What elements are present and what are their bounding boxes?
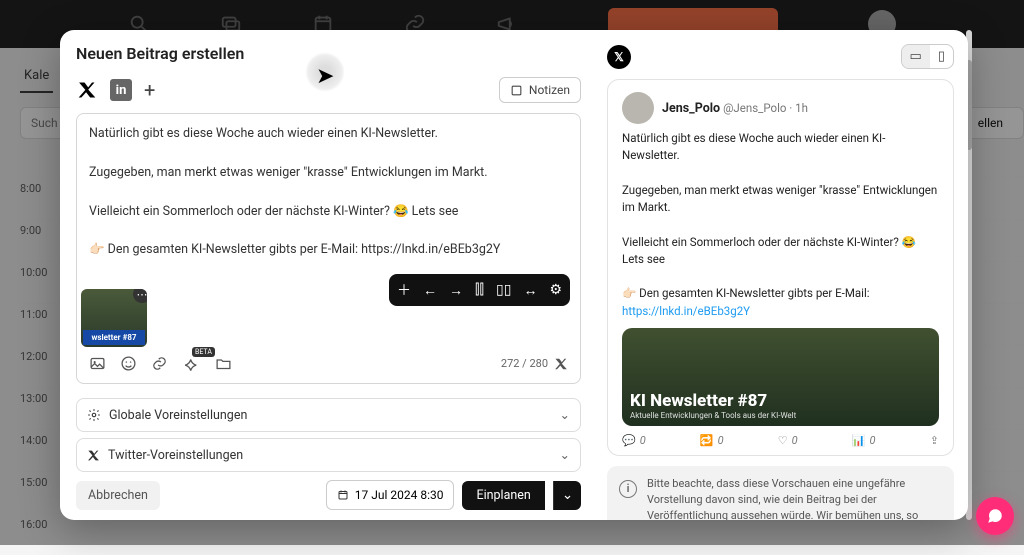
folder-icon[interactable]: [215, 355, 232, 372]
preview-link[interactable]: https://lnkd.in/eBEb3g2Y: [622, 304, 750, 318]
preview-media: KI Newsletter #87Aktuelle Entwicklungen …: [622, 328, 939, 426]
share-icon[interactable]: ⇪: [930, 434, 939, 447]
views-icon[interactable]: 📊 0: [852, 434, 876, 447]
thumbnail-menu-icon[interactable]: ⋯: [133, 289, 147, 303]
toolbar-prev-icon[interactable]: ←: [423, 280, 437, 300]
compose-modal: Neuen Beitrag erstellen ➤ in + Notizen N…: [60, 30, 968, 520]
preview-notice: i Bitte beachte, dass diese Vorschauen e…: [607, 466, 954, 520]
cursor-icon: ➤: [316, 64, 334, 89]
preview-handle: @Jens_Polo · 1h: [723, 101, 808, 115]
chevron-down-icon: ⌄: [560, 407, 570, 423]
calendar-tab[interactable]: Kale: [20, 60, 53, 93]
chevron-down-icon: ⌄: [560, 447, 570, 463]
gear-icon: [87, 408, 101, 422]
like-icon[interactable]: ♡ 0: [778, 434, 798, 447]
twitter-x-tiny-icon: [87, 449, 100, 462]
reply-icon[interactable]: 💬 0: [622, 434, 646, 447]
chat-bubble-icon: [986, 507, 1004, 525]
toolbar-expand-icon[interactable]: ↔: [523, 280, 537, 300]
ai-icon[interactable]: BETA: [182, 354, 201, 373]
toolbar-add-icon[interactable]: ＋: [397, 280, 411, 300]
attachment-thumbnail[interactable]: ⋯ wsletter #87: [81, 289, 147, 347]
info-icon: i: [619, 480, 637, 498]
editor-toolbar: ＋ ← → ⫿⫿ ▯▯ ↔ ⚙: [389, 274, 570, 306]
twitter-settings-accordion[interactable]: Twitter-Voreinstellungen⌄: [76, 438, 581, 472]
note-icon: [510, 84, 523, 97]
schedule-dropdown-button[interactable]: ⌄: [553, 481, 581, 510]
toolbar-next-icon[interactable]: →: [449, 280, 463, 300]
toolbar-columns-icon[interactable]: ▯▯: [496, 280, 511, 300]
post-editor[interactable]: Natürlich gibt es diese Woche auch wiede…: [76, 113, 581, 384]
preview-body: Natürlich gibt es diese Woche auch wiede…: [622, 130, 939, 320]
calendar-small-icon: [337, 489, 349, 501]
date-picker-button[interactable]: 17 Jul 2024 8:30: [326, 480, 455, 510]
schedule-button[interactable]: Einplanen: [462, 481, 544, 510]
linkedin-icon[interactable]: in: [110, 79, 132, 101]
twitter-x-small-icon: [554, 357, 568, 371]
image-icon[interactable]: [89, 355, 106, 372]
retweet-icon[interactable]: 🔁 0: [700, 434, 724, 447]
device-toggle[interactable]: ▭ ▯: [901, 44, 954, 69]
desktop-view-icon[interactable]: ▭: [902, 45, 930, 68]
toolbar-settings-icon[interactable]: ⚙: [549, 280, 562, 300]
preview-platform-icon: 𝕏: [607, 45, 631, 69]
chat-fab[interactable]: [976, 497, 1014, 535]
preview-avatar: [622, 92, 654, 124]
emoji-icon[interactable]: [120, 355, 137, 372]
tweet-preview: Jens_Polo @Jens_Polo · 1h Natürlich gibt…: [607, 79, 954, 456]
link2-icon[interactable]: [151, 355, 168, 372]
editor-text[interactable]: Natürlich gibt es diese Woche auch wiede…: [89, 124, 568, 260]
cancel-button[interactable]: Abbrechen: [76, 481, 160, 510]
preview-username: Jens_Polo: [662, 101, 720, 116]
twitter-x-icon[interactable]: [76, 79, 98, 101]
add-platform-button[interactable]: +: [144, 78, 155, 102]
global-settings-accordion[interactable]: Globale Voreinstellungen⌄: [76, 398, 581, 432]
toolbar-split-icon[interactable]: ⫿⫿: [475, 280, 484, 300]
char-counter: 272 / 280: [501, 357, 568, 371]
notes-button[interactable]: Notizen: [499, 77, 581, 103]
mobile-view-icon[interactable]: ▯: [930, 45, 953, 68]
